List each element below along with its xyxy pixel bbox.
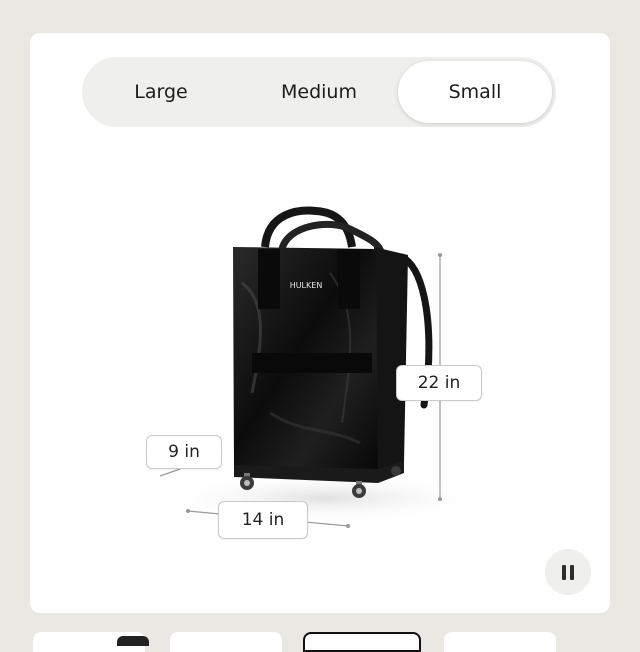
depth-label: 9 in: [146, 435, 222, 469]
pause-icon: [560, 564, 576, 580]
thumbnail[interactable]: [33, 632, 149, 652]
thumbnail-strip: [0, 628, 640, 652]
width-label: 14 in: [218, 501, 308, 539]
depth-dimension-line: [159, 468, 181, 477]
brand-logo: HULKEN: [290, 281, 323, 290]
product-image: HULKEN: [155, 206, 495, 528]
thumbnail[interactable]: [444, 632, 556, 652]
pause-button[interactable]: [545, 549, 591, 595]
wheel: [391, 466, 401, 476]
product-media-card: Large Medium Small HULKEN 22 in 9 in 14 …: [30, 33, 610, 613]
height-label: 22 in: [396, 365, 482, 401]
thumbnail-selected[interactable]: [303, 632, 421, 652]
thumbnail[interactable]: [170, 632, 282, 652]
